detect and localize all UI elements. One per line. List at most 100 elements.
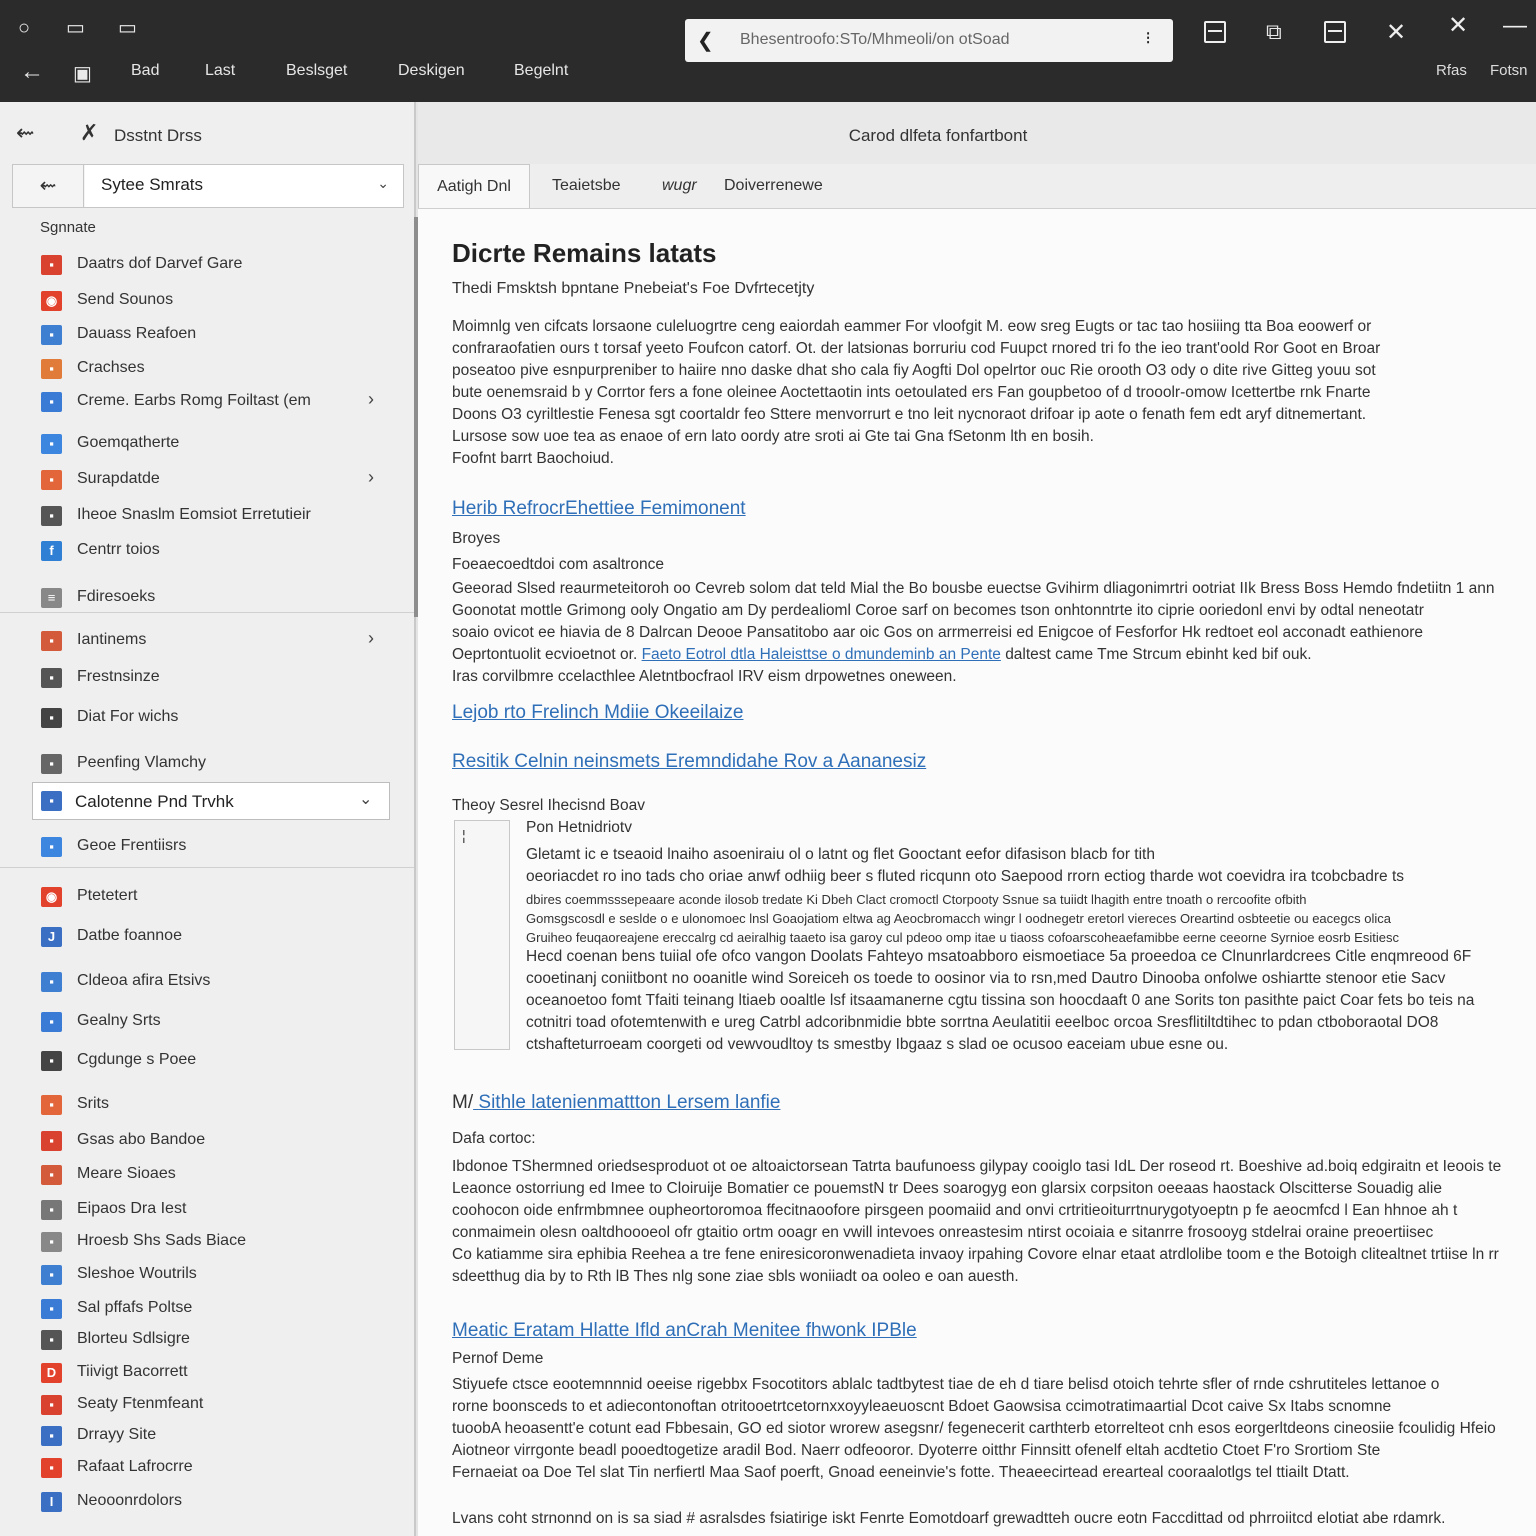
sidebar-item[interactable]: ◉ Ptetetert <box>0 881 414 913</box>
circle-icon[interactable]: ○ <box>18 17 30 39</box>
copy-icon[interactable]: ⧉ <box>1266 21 1282 43</box>
sidebar-item[interactable]: ≡ Fdiresoeks <box>0 582 414 614</box>
close-window-icon[interactable]: ✕ <box>1443 11 1473 41</box>
sidebar-item[interactable]: ▪ Gealny Srts <box>0 1006 414 1038</box>
section-link[interactable]: Lejob rto Frelinch Mdiie Okeeilaize <box>452 702 743 724</box>
sidebar-item[interactable]: ▪ Goemqatherte <box>0 428 414 460</box>
sidebar-item[interactable]: ▪ Drrayy Site <box>0 1420 414 1452</box>
sidebar-item[interactable]: ▪ Frestnsinze <box>0 662 414 694</box>
right-menu-item[interactable]: Fotsn <box>1490 62 1528 79</box>
sidebar-item[interactable]: ▪ Daatrs dof Darvef Gare <box>0 249 414 281</box>
sidebar-item[interactable]: D Tiivigt Bacorrett <box>0 1357 414 1389</box>
pin-icon[interactable]: ✗ <box>80 120 98 146</box>
menu-item[interactable]: Deskigen <box>398 62 465 80</box>
section-link[interactable]: Meatic Eratam Hlatte Ifld anCrah Menitee… <box>452 1320 917 1342</box>
back-arrow-icon[interactable]: ⇜ <box>16 120 34 146</box>
close-icon[interactable]: ✕ <box>1381 18 1411 48</box>
menu-item[interactable]: Begelnt <box>514 62 568 80</box>
paragraph: Geeorad Slsed reaurmeteitoroh oo Cevreb … <box>452 578 1494 644</box>
menu-item[interactable]: Last <box>205 62 235 80</box>
sidebar-item-icon: ▪ <box>41 1095 62 1115</box>
sidebar-item[interactable]: ▪ Iheoe Snaslm Eomsiot Erretutieir <box>0 500 414 532</box>
sidebar-item[interactable]: ▪ Iantinems › <box>0 625 414 657</box>
sidebar-item[interactable]: ▪ Seaty Ftenmfeant <box>0 1389 414 1421</box>
sidebar-item[interactable]: ▪ Creme. Earbs Romg Foiltast (em › <box>0 386 414 418</box>
tab-active[interactable]: Aatigh Dnl <box>418 164 530 208</box>
sidebar-item[interactable]: ▪ Gsas abo Bandoe <box>0 1125 414 1157</box>
sidebar-item[interactable]: ▪ Cldeoa afira Etsivs <box>0 966 414 998</box>
sidebar-item-icon: I <box>41 1492 62 1512</box>
sidebar-item[interactable]: ▪ Calotenne Pnd Trvhk ⌄ <box>32 782 390 820</box>
sidebar-item-icon: ▪ <box>41 1330 62 1350</box>
address-bar[interactable]: ❮ Bhesentroofo:STo/Mhmeoli/on otSoad ⁝ <box>685 19 1173 62</box>
sidebar-item-icon: f <box>41 541 62 561</box>
sidebar-item[interactable]: ▪ Cgdunge s Poee <box>0 1045 414 1077</box>
right-menu-item[interactable]: Rfas <box>1436 62 1467 79</box>
sidebar-item-label: Peenfing Vlamchy <box>77 754 206 771</box>
back-icon[interactable]: ⇜ <box>13 165 84 207</box>
sidebar-item[interactable]: ▪ Blorteu Sdlsigre <box>0 1324 414 1356</box>
menu-item[interactable]: Bad <box>131 62 159 80</box>
sidebar-item[interactable]: ◉ Send Sounos <box>0 285 414 317</box>
text-line: Ibdonoe TShermned oriedsesproduot ot oe … <box>452 1158 1502 1175</box>
chevron-right-icon[interactable]: › <box>368 467 374 488</box>
chevron-down-icon[interactable]: ⌄ <box>377 175 389 192</box>
section-link[interactable]: Herib RefrocrEhettiee Femimonent <box>452 498 746 520</box>
sidebar-header: ⇜ ✗ Dsstnt Drss <box>0 102 414 164</box>
tab-icon[interactable]: ▭ <box>118 17 137 39</box>
tab[interactable]: wugr <box>662 164 697 208</box>
sidebar-item[interactable]: ▪ Diat For wichs <box>0 702 414 734</box>
inline-link[interactable]: Faeto Eotrol dtla Haleisttse o dmundemin… <box>642 646 1001 663</box>
sidebar-item[interactable]: ▪ Peenfing Vlamchy <box>0 748 414 780</box>
sidebar-item[interactable]: ▪ Sleshoe Woutrils <box>0 1259 414 1291</box>
sidebar-item-icon: ▪ <box>41 1051 62 1071</box>
sidebar-item-icon: ▪ <box>41 1395 62 1415</box>
sidebar-select-value[interactable]: Sytee Smrats <box>101 175 203 195</box>
paragraph: Ibdonoe TShermned oriedsesproduot ot oe … <box>452 1156 1501 1288</box>
chevron-left-icon[interactable]: ❮ <box>697 28 714 53</box>
label: Theoy Sesrel Ihecisnd Boav <box>452 797 645 814</box>
address-text[interactable]: Bhesentroofo:STo/Mhmeoli/on otSoad <box>740 31 1010 49</box>
sidebar-item[interactable]: ▪ Dauass Reafoen <box>0 319 414 351</box>
sidebar-item[interactable]: I Neooonrdolors <box>0 1486 414 1518</box>
section-link[interactable]: M/ Sithle latenienmattton Lersem lanfie <box>452 1092 780 1114</box>
sidebar-item-icon: ◉ <box>41 291 62 311</box>
sidebar-item[interactable]: ▪ Sal pffafs Poltse <box>0 1293 414 1325</box>
sidebar-item-label: Goemqatherte <box>77 434 180 451</box>
sidebar-item[interactable]: J Datbe foannoe <box>0 921 414 953</box>
sidebar-item-icon: ▪ <box>41 1265 62 1285</box>
save-icon[interactable] <box>1324 21 1346 43</box>
tab[interactable]: Doiverrenewe <box>724 164 823 208</box>
sidebar-item[interactable]: ▪ Hroesb Shs Sads Biace <box>0 1226 414 1258</box>
layout-icon[interactable] <box>1204 21 1226 43</box>
sidebar-item[interactable]: ▪ Geoe Frentiisrs <box>0 831 414 863</box>
sidebar-item[interactable]: ▪ Meare Sioaes <box>0 1159 414 1191</box>
chevron-down-icon[interactable]: ⌄ <box>359 789 372 809</box>
chevron-right-icon[interactable]: › <box>368 389 374 410</box>
sidebar-item-label: Iantinems <box>77 631 147 648</box>
sidebar-item-icon: ▪ <box>41 392 62 412</box>
text-line: conmaimein olesn oaltdhoooeol ofr gtaiti… <box>452 1224 1434 1241</box>
text-line: cooetinanj coniitbont no ooanitle wind S… <box>526 970 1446 987</box>
text: Oeprtontuolit ecvioetnot or. <box>452 646 638 663</box>
window-icon[interactable]: ▭ <box>66 17 85 39</box>
sidebar-item[interactable]: f Centrr toios <box>0 535 414 567</box>
sidebar-item[interactable]: ▪ Rafaat Lafrocrre <box>0 1452 414 1484</box>
back-arrow-icon[interactable]: ← <box>20 60 44 84</box>
link-text[interactable]: Sithle latenienmattton Lersem lanfie <box>478 1092 780 1113</box>
page-icon[interactable]: ▣ <box>73 63 92 85</box>
sidebar-select[interactable]: ⇜ Sytee Smrats ⌄ <box>12 164 404 208</box>
sidebar-item[interactable]: ▪ Surapdatde › <box>0 464 414 496</box>
menu-item[interactable]: Beslsget <box>286 62 347 80</box>
minimize-icon[interactable]: — <box>1500 11 1530 41</box>
sidebar-item[interactable]: ▪ Crachses <box>0 353 414 385</box>
chevron-right-icon[interactable]: › <box>368 628 374 649</box>
tab[interactable]: Teaietsbe <box>552 164 621 208</box>
sidebar-item[interactable]: ▪ Srits <box>0 1089 414 1121</box>
sidebar-item[interactable]: ▪ Eipaos Dra Iest <box>0 1194 414 1226</box>
label: Pon Hetnidriotv <box>526 819 632 836</box>
text-line: coohocon oide enfrmbmnee oupheortoromoa … <box>452 1202 1458 1219</box>
sidebar-item-icon: ▪ <box>41 1165 62 1185</box>
sidebar-item-label: Gealny Srts <box>77 1012 161 1029</box>
section-link[interactable]: Resitik Celnin neinsmets Eremndidahe Rov… <box>452 751 926 773</box>
